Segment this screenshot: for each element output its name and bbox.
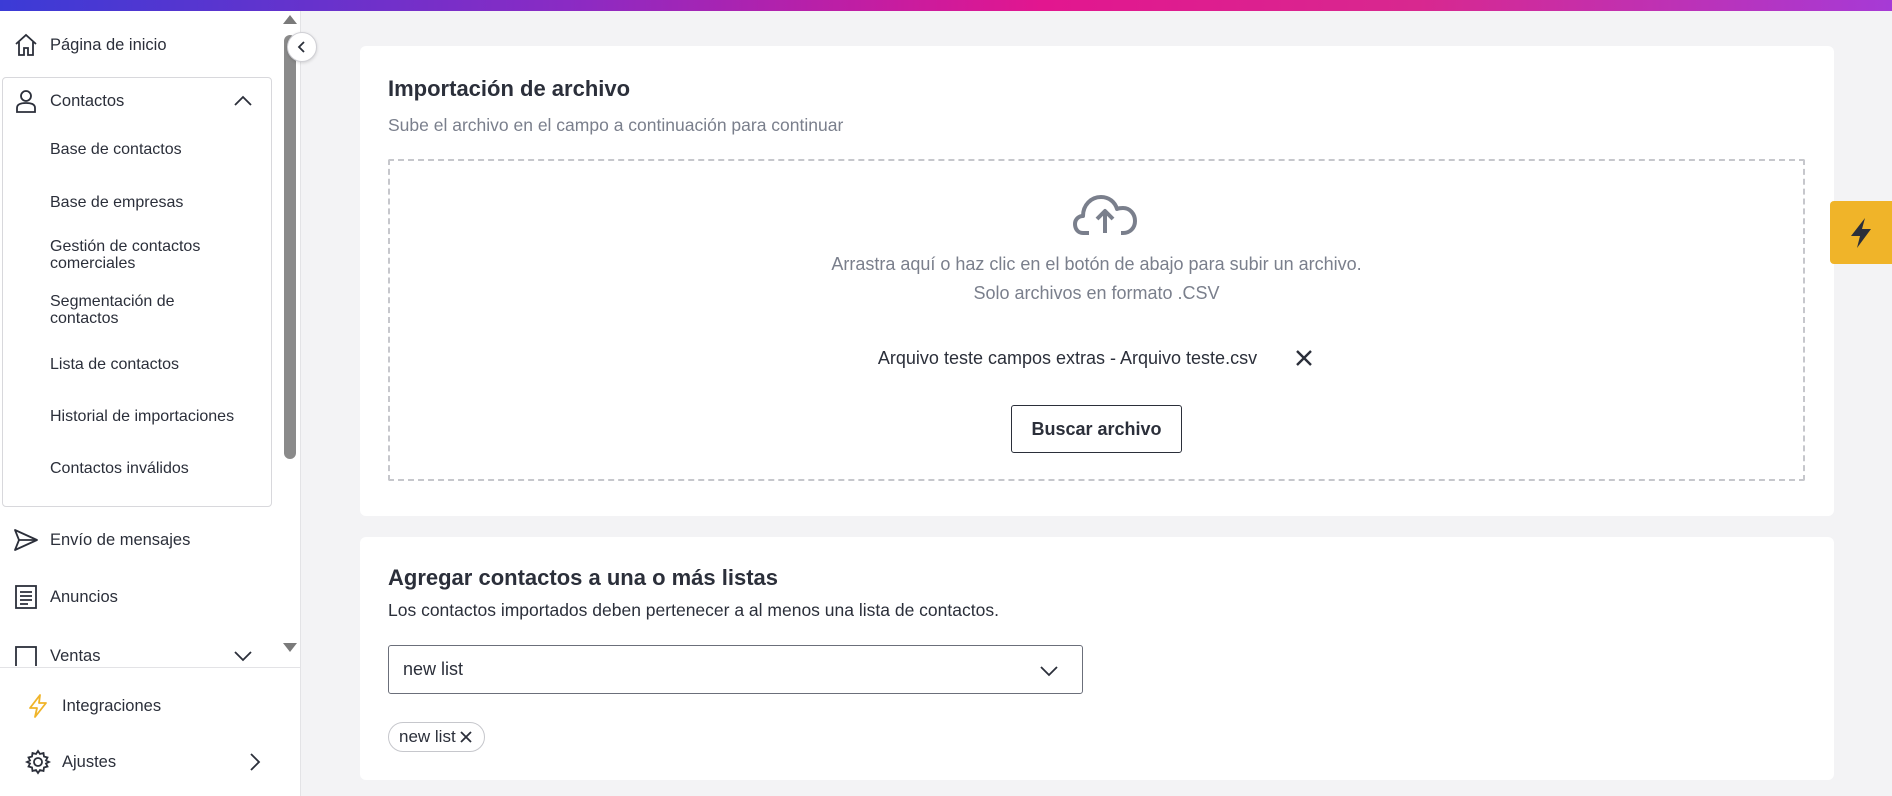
import-card-title: Importación de archivo bbox=[388, 76, 631, 101]
sidebar-item-home[interactable]: Página de inicio bbox=[12, 27, 167, 63]
sidebar-item-sales[interactable]: Ventas bbox=[12, 638, 264, 666]
sidebar-nav: Página de inicio Contactos Base de conta… bbox=[0, 11, 280, 666]
user-icon bbox=[16, 90, 36, 113]
send-icon bbox=[14, 529, 38, 551]
sidebar-subitem-commercial-contacts[interactable]: Gestión de contactos comerciales bbox=[50, 238, 240, 272]
scrollbar-thumb[interactable] bbox=[284, 35, 296, 459]
select-value: new list bbox=[403, 659, 464, 679]
import-card-subtitle: Sube el archivo en el campo a continuaci… bbox=[388, 115, 844, 135]
quick-action-button[interactable] bbox=[1830, 201, 1892, 264]
sidebar: Página de inicio Contactos Base de conta… bbox=[0, 11, 301, 796]
chevron-down-icon bbox=[1040, 666, 1058, 677]
close-icon[interactable] bbox=[1293, 347, 1315, 369]
sidebar-subitem-contact-list[interactable]: Lista de contactos bbox=[50, 356, 260, 373]
lightning-icon bbox=[29, 694, 47, 718]
sidebar-item-messages[interactable]: Envío de mensajes bbox=[12, 522, 190, 558]
selected-file-row: Arquivo teste campos extras - Arquivo te… bbox=[390, 347, 1803, 369]
selected-file-name: Arquivo teste campos extras - Arquivo te… bbox=[877, 347, 1258, 368]
sidebar-item-integrations[interactable]: Integraciones bbox=[24, 688, 161, 724]
cloud-upload-icon bbox=[1073, 195, 1137, 235]
lightning-icon bbox=[1851, 217, 1871, 248]
chevron-down-icon[interactable] bbox=[232, 645, 254, 666]
sidebar-subitem-invalid-contacts[interactable]: Contactos inválidos bbox=[50, 460, 260, 477]
sidebar-item-label: Integraciones bbox=[62, 696, 162, 715]
sidebar-subitem-import-history[interactable]: Historial de importaciones bbox=[50, 408, 260, 425]
file-import-card: Importación de archivo Sube el archivo e… bbox=[360, 46, 1834, 516]
sidebar-item-ads[interactable]: Anuncios bbox=[12, 579, 118, 615]
home-icon bbox=[15, 33, 37, 56]
chevron-up-icon[interactable] bbox=[232, 90, 254, 112]
document-icon bbox=[15, 585, 37, 609]
scroll-down-arrow-icon[interactable] bbox=[283, 643, 297, 652]
chevron-left-icon bbox=[297, 41, 305, 53]
collapse-sidebar-button[interactable] bbox=[287, 32, 317, 62]
sidebar-item-label: Contactos bbox=[50, 91, 125, 110]
selected-list-tag: new list bbox=[388, 722, 485, 752]
dropzone-format-hint: Solo archivos en formato .CSV bbox=[973, 283, 1220, 303]
lists-card-title: Agregar contactos a una o más listas bbox=[388, 565, 779, 590]
sidebar-item-label: Ajustes bbox=[62, 752, 117, 771]
chevron-right-icon[interactable] bbox=[244, 751, 266, 773]
contact-list-select[interactable]: new list bbox=[388, 645, 1083, 694]
browse-file-button[interactable]: Buscar archivo bbox=[1011, 405, 1182, 453]
sidebar-item-settings[interactable]: Ajustes bbox=[24, 744, 276, 780]
sidebar-subitem-segmentation[interactable]: Segmentación de contactos bbox=[50, 293, 210, 327]
add-to-lists-card: Agregar contactos a una o más listas Los… bbox=[360, 537, 1834, 780]
top-accent-bar bbox=[0, 0, 1892, 11]
file-dropzone[interactable]: Arrastra aquí o haz clic en el botón de … bbox=[388, 159, 1805, 481]
gear-icon bbox=[24, 749, 52, 775]
sidebar-subitem-contacts-base[interactable]: Base de contactos bbox=[50, 141, 260, 158]
square-icon bbox=[15, 646, 37, 666]
scroll-up-arrow-icon[interactable] bbox=[283, 15, 297, 24]
sidebar-item-label: Ventas bbox=[50, 646, 101, 665]
tag-label: new list bbox=[399, 727, 456, 746]
sidebar-item-contacts[interactable]: Contactos bbox=[12, 83, 264, 119]
dropzone-instruction: Arrastra aquí o haz clic en el botón de … bbox=[831, 254, 1362, 274]
sidebar-item-label: Página de inicio bbox=[50, 35, 167, 54]
sidebar-item-label: Envío de mensajes bbox=[50, 530, 191, 549]
sidebar-subitem-companies-base[interactable]: Base de empresas bbox=[50, 194, 260, 211]
sidebar-item-label: Anuncios bbox=[50, 587, 118, 606]
remove-tag-icon[interactable] bbox=[458, 729, 474, 745]
lists-card-subtitle: Los contactos importados deben pertenece… bbox=[388, 600, 999, 620]
sidebar-footer: Integraciones Ajustes bbox=[0, 667, 300, 796]
